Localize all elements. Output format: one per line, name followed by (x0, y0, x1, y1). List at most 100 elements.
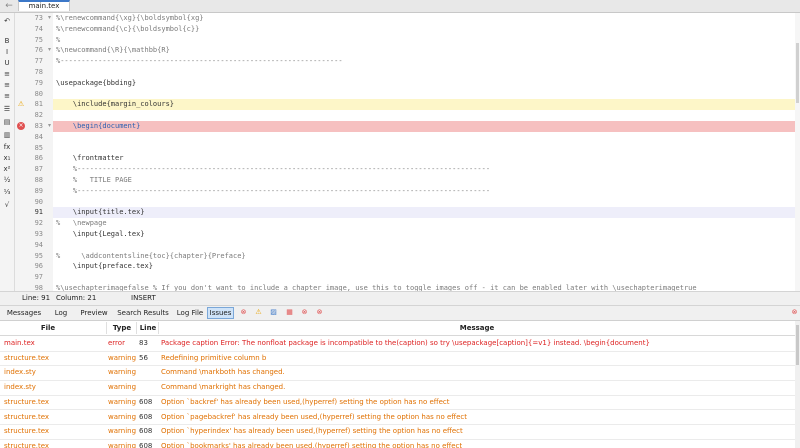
line-number-value: 80 (34, 89, 43, 98)
line-number-value: 87 (34, 165, 43, 174)
fraction-icon[interactable]: ½ (0, 174, 14, 186)
issue-file: index.sty (4, 383, 36, 392)
code-line[interactable]: \input{Legal.tex} (53, 229, 800, 240)
back-arrow-icon[interactable]: ← (2, 0, 16, 12)
issues-scroll-thumb[interactable] (796, 325, 799, 365)
code-line[interactable]: \begin{document} (53, 121, 800, 132)
tab-log[interactable]: Log (48, 307, 74, 319)
code-line[interactable] (53, 132, 800, 143)
line-number: 90 (15, 197, 53, 208)
code-line[interactable]: \usepackage{bbding} (53, 78, 800, 89)
issue-row[interactable]: structure.tex warning 56 Redefining primiti… (0, 351, 795, 367)
code-editor[interactable]: %\renewcommand{\xg}{\boldsymbol{xg} %\ren… (53, 13, 800, 291)
line-number-value: 79 (34, 78, 43, 87)
editor-scrollbar[interactable] (795, 13, 800, 291)
issue-type: warning (108, 397, 136, 406)
editor-scroll-thumb[interactable] (796, 43, 799, 103)
code-line[interactable] (53, 143, 800, 154)
header-type[interactable]: Type (108, 321, 136, 335)
code-line[interactable] (53, 67, 800, 78)
header-file[interactable]: File (0, 321, 96, 335)
code-line[interactable] (53, 89, 800, 100)
issues-scrollbar[interactable] (795, 321, 800, 448)
code-line[interactable] (53, 197, 800, 208)
code-line[interactable]: %---------------------------------------… (53, 186, 800, 197)
issue-row[interactable]: structure.tex warning 608 Option `pagebackr… (0, 410, 795, 426)
code-line[interactable]: \frontmatter (53, 153, 800, 164)
align-right-icon[interactable]: ≡ (0, 90, 14, 102)
code-line[interactable]: \input{preface.tex} (53, 261, 800, 272)
code-line[interactable]: % \newpage (53, 218, 800, 229)
issue-row[interactable]: structure.tex warning 608 Option `backref' … (0, 395, 795, 411)
issue-row[interactable]: main.tex error 83 Package caption Error: Th… (0, 336, 795, 352)
tab-main-tex[interactable]: main.tex (18, 0, 70, 11)
code-line[interactable]: % \addcontentsline{toc}{chapter}{Preface… (53, 251, 800, 262)
clear-all-icon[interactable]: ⊗ (315, 308, 324, 317)
warning-filter-icon[interactable]: ⚠ (254, 308, 263, 317)
line-number: 92 (15, 218, 53, 229)
code-line[interactable]: %---------------------------------------… (53, 56, 800, 67)
panel-close-icon[interactable]: ⊗ (790, 308, 799, 317)
fold-icon[interactable]: ▾ (48, 13, 51, 24)
tab-messages[interactable]: Messages (2, 307, 46, 319)
note-icon[interactable]: ▥ (0, 129, 14, 141)
code-line[interactable]: % TITLE PAGE (53, 175, 800, 186)
frame-icon[interactable]: ▤ (0, 116, 14, 128)
code-line[interactable]: %---------------------------------------… (53, 164, 800, 175)
issue-file: structure.tex (4, 412, 50, 421)
header-line[interactable]: Line (137, 321, 159, 335)
list-icon[interactable]: ☰ (0, 103, 14, 115)
issue-type: error (108, 339, 125, 347)
line-number-value: 73 (34, 14, 43, 22)
code-line[interactable]: %\usechapterimagefalse % If you don't wa… (53, 283, 800, 291)
status-mode: INSERT (131, 294, 156, 302)
code-line[interactable] (53, 240, 800, 251)
code-line[interactable] (53, 272, 800, 283)
line-number: 86 (15, 153, 53, 164)
bottom-panel-tabs: Messages Log Preview Search Results Log File… (0, 306, 800, 321)
issue-row[interactable]: index.sty warning Command \markright has c… (0, 380, 795, 396)
code-line[interactable]: %\renewcommand{\xg}{\boldsymbol{xg} (53, 13, 800, 24)
tab-search-results[interactable]: Search Results (114, 307, 172, 319)
tab-issues[interactable]: Issues (207, 307, 234, 319)
error-icon[interactable]: × (17, 122, 25, 130)
issue-message: Package caption Error: The nonfloat pack… (161, 339, 650, 347)
line-number-value: 88 (34, 176, 43, 184)
tab-preview[interactable]: Preview (76, 307, 112, 319)
code-line[interactable]: %\renewcommand{\c}{\boldsymbol{c}} (53, 24, 800, 35)
code-line[interactable]: \input{title.tex} (53, 207, 800, 219)
issues-table: File Type Line Message main.tex error 83 Pa… (0, 321, 795, 448)
code-line[interactable] (53, 110, 800, 121)
issue-row[interactable]: index.sty warning Command \markboth has ch… (0, 365, 795, 382)
tab-log-file[interactable]: Log File (174, 307, 206, 319)
line-number-value: 77 (34, 57, 43, 66)
clear-error-icon[interactable]: ⊗ (300, 308, 309, 317)
status-bar: Line: 91 Column: 21 INSERT (0, 291, 800, 306)
line-number-value: 90 (34, 197, 43, 206)
undo-icon[interactable]: ↶ (0, 15, 14, 27)
error-filter-icon[interactable]: ⊗ (239, 308, 248, 317)
header-message[interactable]: Message (159, 321, 795, 335)
line-number-value: 96 (34, 262, 43, 271)
line-number: 73 ▾ (15, 13, 53, 24)
issue-type: warning (108, 368, 136, 377)
warning-icon[interactable]: ⚠ (17, 100, 25, 108)
issue-line: 608 (139, 427, 153, 436)
line-number-value: 75 (34, 35, 43, 44)
line-number-value: 74 (34, 24, 43, 33)
code-line[interactable]: % (53, 35, 800, 46)
code-line[interactable]: \include{margin_colours} (53, 99, 800, 111)
fraction-alt-icon[interactable]: ⅓ (0, 186, 14, 198)
issue-row[interactable]: structure.tex warning 608 Option `hyperinde… (0, 424, 795, 440)
fold-icon[interactable]: ▾ (48, 45, 51, 56)
line-number: 93 (15, 229, 53, 240)
fold-icon[interactable]: ▾ (48, 121, 51, 132)
combined-filter-icon[interactable]: ▦ (285, 308, 294, 317)
code-line[interactable]: %\newcommand{\R}{\mathbb{R} (53, 45, 800, 56)
issue-row[interactable]: structure.tex warning 608 Option `bookmarks… (0, 439, 795, 448)
badbox-filter-icon[interactable]: ▨ (269, 308, 278, 317)
line-number-value: 92 (34, 219, 43, 228)
issue-line: 56 (139, 353, 148, 362)
sqrt-icon[interactable]: √ (0, 199, 14, 211)
line-number: 82 (15, 110, 53, 121)
